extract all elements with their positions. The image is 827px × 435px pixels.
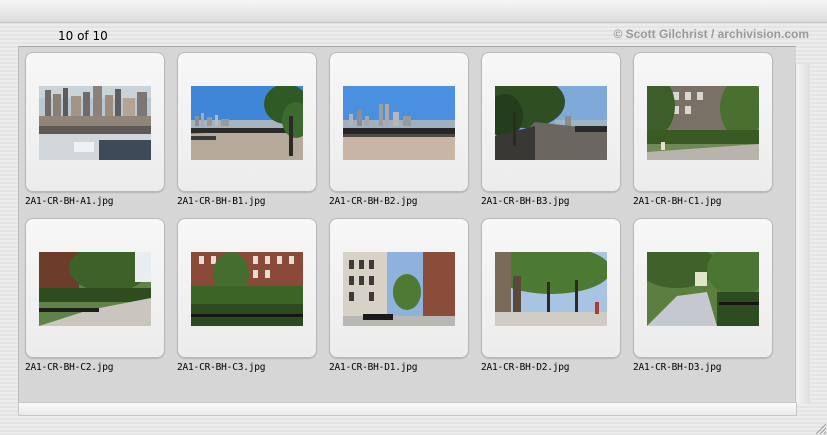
thumbnail-filename: 2A1-CR-BH-C2.jpg xyxy=(25,362,114,373)
thumbnail-item[interactable]: 2A1-CR-BH-B2.jpg xyxy=(329,52,479,222)
thumbnail-image[interactable] xyxy=(647,86,759,160)
thumbnail-filename: 2A1-CR-BH-D1.jpg xyxy=(329,362,418,373)
thumbnail-filename: 2A1-CR-BH-B3.jpg xyxy=(481,196,570,207)
brick-building-fence-image xyxy=(191,252,303,326)
thumbnail-filename: 2A1-CR-BH-B2.jpg xyxy=(329,196,418,207)
thumbnail-item[interactable]: 2A1-CR-BH-A1.jpg xyxy=(25,52,175,222)
slide-mount[interactable] xyxy=(481,52,621,192)
slide-mount[interactable] xyxy=(329,218,469,358)
thumbnail-item[interactable]: 2A1-CR-BH-B3.jpg xyxy=(481,52,631,222)
thumbnail-item[interactable]: 2A1-CR-BH-C2.jpg xyxy=(25,218,175,388)
thumbnail-filename: 2A1-CR-BH-A1.jpg xyxy=(25,196,114,207)
image-counter: 10 of 10 xyxy=(58,29,108,43)
slide-mount[interactable] xyxy=(177,218,317,358)
title-bar xyxy=(0,0,827,23)
promenade-skyline-image xyxy=(191,86,303,160)
thumbnail-item[interactable]: 2A1-CR-BH-C1.jpg xyxy=(633,52,783,222)
slide-mount[interactable] xyxy=(25,218,165,358)
park-path-image xyxy=(647,252,759,326)
thumbnail-image[interactable] xyxy=(191,86,303,160)
resize-grip-icon[interactable] xyxy=(811,419,827,435)
slide-mount[interactable] xyxy=(329,52,469,192)
vertical-scrollbar[interactable] xyxy=(795,64,810,404)
thumbnail-item[interactable]: 2A1-CR-BH-D3.jpg xyxy=(633,218,783,388)
thumbnail-image[interactable] xyxy=(495,252,607,326)
garden-path-image xyxy=(39,252,151,326)
thumbnail-filename: 2A1-CR-BH-D3.jpg xyxy=(633,362,722,373)
thumbnail-filename: 2A1-CR-BH-D2.jpg xyxy=(481,362,570,373)
thumbnail-image[interactable] xyxy=(343,252,455,326)
thumbnail-filename: 2A1-CR-BH-B1.jpg xyxy=(177,196,266,207)
street-trees-image xyxy=(495,252,607,326)
thumbnail-image[interactable] xyxy=(495,86,607,160)
slide-mount[interactable] xyxy=(633,218,773,358)
thumbnail-image[interactable] xyxy=(343,86,455,160)
slide-mount[interactable] xyxy=(25,52,165,192)
thumbnail-item[interactable]: 2A1-CR-BH-D1.jpg xyxy=(329,218,479,388)
horizontal-scrollbar[interactable] xyxy=(18,402,797,416)
copyright-notice: © Scott Gilchrist / archivision.com xyxy=(613,27,809,41)
thumbnail-image[interactable] xyxy=(191,252,303,326)
thumbnail-image[interactable] xyxy=(39,86,151,160)
brownstone-garden-image xyxy=(647,86,759,160)
promenade-skyline-wide-image xyxy=(343,86,455,160)
thumbnail-image[interactable] xyxy=(647,252,759,326)
promenade-trees-image xyxy=(495,86,607,160)
street-houses-image xyxy=(343,252,455,326)
thumbnail-grid: 2A1-CR-BH-A1.jpg 2A1-CR-BH-B1.jpg 2A1-CR… xyxy=(25,52,795,392)
thumbnail-filename: 2A1-CR-BH-C3.jpg xyxy=(177,362,266,373)
thumbnail-image[interactable] xyxy=(39,252,151,326)
thumbnail-item[interactable]: 2A1-CR-BH-B1.jpg xyxy=(177,52,327,222)
slide-mount[interactable] xyxy=(481,218,621,358)
thumbnail-item[interactable]: 2A1-CR-BH-D2.jpg xyxy=(481,218,631,388)
thumbnail-filename: 2A1-CR-BH-C1.jpg xyxy=(633,196,722,207)
slide-mount[interactable] xyxy=(177,52,317,192)
slide-mount[interactable] xyxy=(633,52,773,192)
skyline-aerial-image xyxy=(39,86,151,160)
thumbnail-item[interactable]: 2A1-CR-BH-C3.jpg xyxy=(177,218,327,388)
